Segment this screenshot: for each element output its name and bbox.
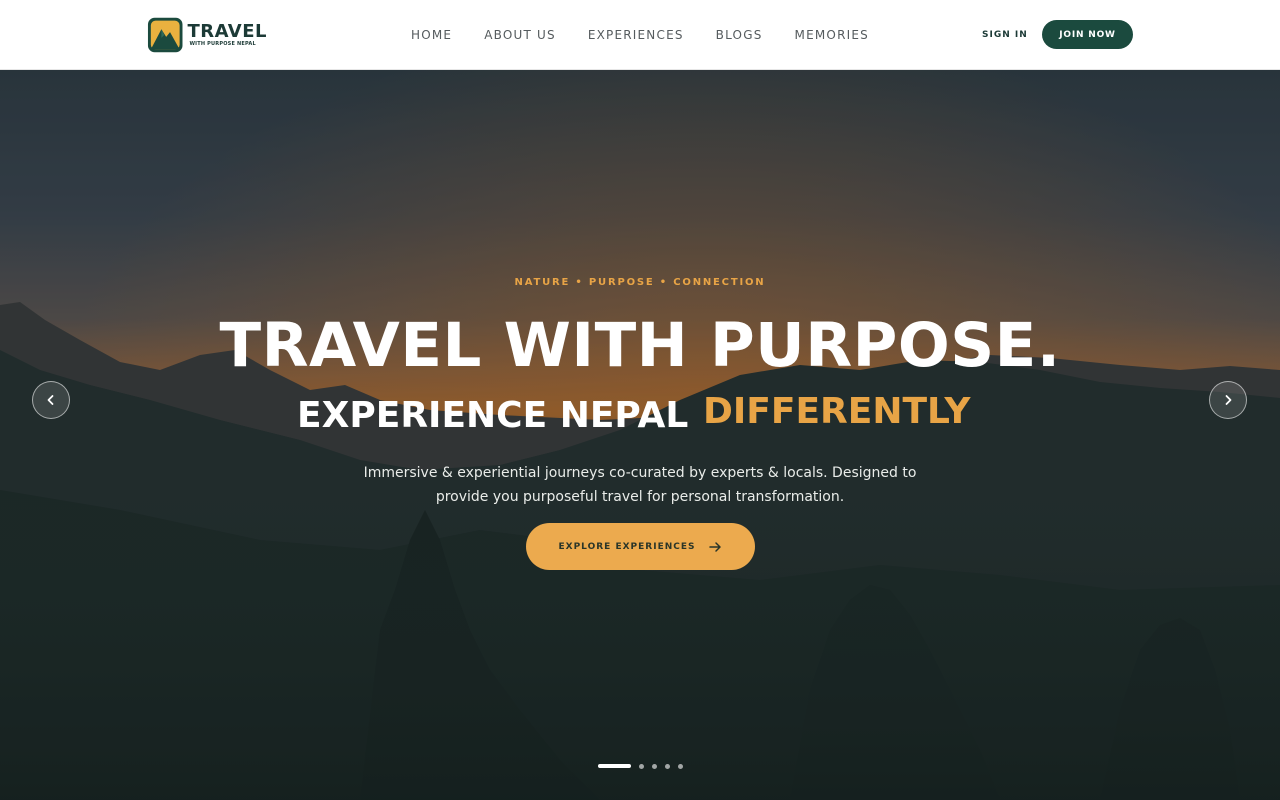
arrow-right-icon (709, 541, 722, 552)
nav-item-about-us[interactable]: ABOUT US (484, 26, 556, 44)
slider-dot[interactable] (665, 763, 670, 769)
slider-dot[interactable] (598, 764, 631, 768)
nav-item-experiences[interactable]: EXPERIENCES (588, 26, 684, 44)
chevron-left-icon (47, 395, 54, 405)
hero-description: Immersive & experiential journeys co-cur… (363, 465, 917, 505)
explore-experiences-button[interactable]: EXPLORE EXPERIENCES (526, 523, 755, 570)
explore-experiences-label: EXPLORE EXPERIENCES (558, 541, 696, 552)
nav-item-blogs[interactable]: BLOGS (716, 26, 763, 44)
hero-title: TRAVEL WITH PURPOSE. (219, 310, 1061, 381)
nav-item-home[interactable]: HOME (411, 26, 452, 44)
logo-title: TRAVEL (187, 21, 267, 42)
nav-item-memories[interactable]: MEMORIES (795, 26, 869, 44)
logo-text: TRAVEL WITH PURPOSE NEPAL (187, 22, 267, 48)
mountain-logo-icon (147, 17, 183, 53)
site-header: TRAVEL WITH PURPOSE NEPAL HOME ABOUT US … (0, 0, 1280, 70)
hero-subtitle-accent: DIFFERENTLY (703, 391, 971, 432)
sign-in-link[interactable]: SIGN IN (982, 29, 1028, 41)
hero-subtitle-white: EXPERIENCE NEPAL (297, 395, 689, 436)
slider-dot[interactable] (652, 763, 657, 769)
chevron-right-icon (1225, 395, 1232, 405)
join-now-button[interactable]: JOIN NOW (1042, 20, 1133, 49)
slider-dot[interactable] (678, 763, 683, 769)
hero-tagline: NATURE • PURPOSE • CONNECTION (514, 277, 766, 288)
logo-subtitle: WITH PURPOSE NEPAL (189, 41, 256, 47)
slider-prev-button[interactable] (32, 381, 70, 419)
main-nav: HOME ABOUT US EXPERIENCES BLOGS MEMORIES (411, 26, 901, 44)
slider-pagination (598, 763, 691, 769)
slider-dot[interactable] (639, 763, 644, 769)
hero-slider: NATURE • PURPOSE • CONNECTION TRAVEL WIT… (0, 70, 1280, 800)
logo[interactable]: TRAVEL WITH PURPOSE NEPAL (147, 15, 267, 55)
slider-next-button[interactable] (1209, 381, 1247, 419)
